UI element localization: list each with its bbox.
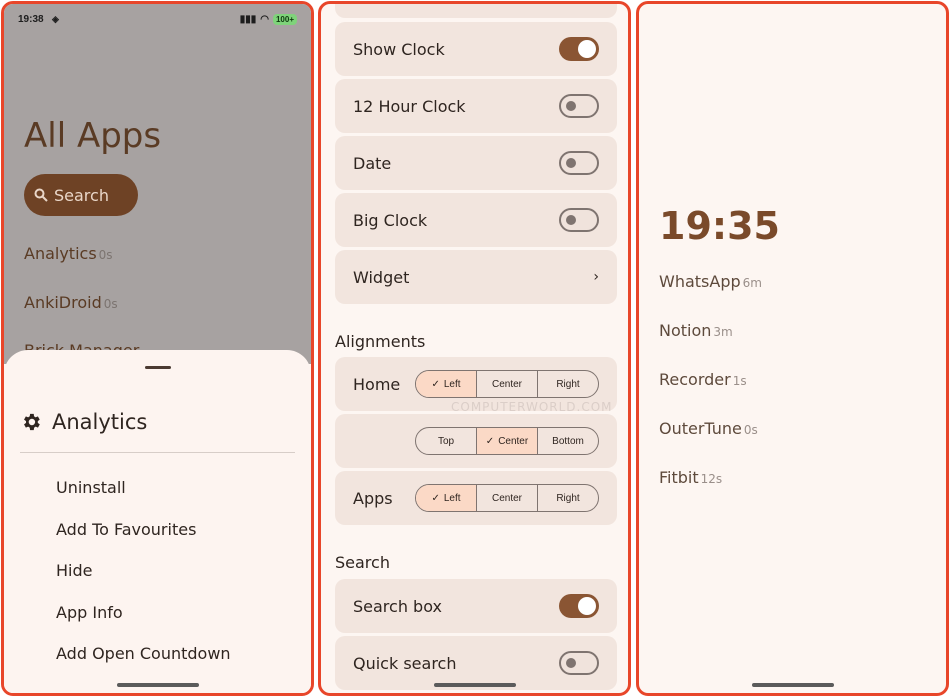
center-option[interactable]: Center: [477, 428, 538, 454]
date-row[interactable]: Date: [335, 136, 617, 190]
big-clock-toggle[interactable]: [559, 208, 599, 232]
location-icon: ◈: [52, 14, 59, 24]
home-clock[interactable]: 19:35: [659, 204, 780, 248]
status-time: 19:38: [18, 14, 44, 25]
home-alignment-segmented: Left Center Right: [415, 370, 599, 398]
app-usage: 0s: [743, 423, 758, 437]
home-screen-panel: 19:35 WhatsApp 6m Notion 3m Recorder 1s Out…: [636, 1, 949, 696]
bottom-sheet: Analytics Uninstall Add To Favourites Hi…: [4, 350, 311, 693]
app-name: Analytics: [24, 244, 97, 263]
settings-panel: Show Clock 12 Hour Clock Date Big Clock …: [318, 1, 631, 696]
settings-card-partial: [335, 4, 617, 18]
apps-right-option[interactable]: Right: [538, 485, 598, 511]
search-box-row[interactable]: Search box: [335, 579, 617, 633]
gesture-bar: [433, 683, 516, 687]
app-name: Fitbit: [659, 468, 699, 487]
gesture-bar: [751, 683, 834, 687]
apps-alignment-row: Apps Left Center Right: [335, 471, 617, 525]
app-name: Notion: [659, 321, 712, 340]
add-to-favourites-menu-item[interactable]: Add To Favourites: [56, 520, 196, 539]
12-hour-clock-row[interactable]: 12 Hour Clock: [335, 79, 617, 133]
sheet-handle[interactable]: [144, 366, 171, 369]
app-usage: 0s: [103, 297, 118, 311]
status-bar: 19:38 ◈ ▮▮▮ ◠ 100+: [18, 14, 297, 30]
app-list-item[interactable]: AnkiDroid 0s: [24, 293, 118, 312]
app-name: AnkiDroid: [24, 293, 102, 312]
app-name: OuterTune: [659, 419, 742, 438]
sheet-title-text: Analytics: [52, 410, 148, 434]
home-center-option[interactable]: Center: [477, 371, 538, 397]
apps-alignment-segmented: Left Center Right: [415, 484, 599, 512]
12-hour-clock-toggle[interactable]: [559, 94, 599, 118]
wifi-icon: ◠: [260, 14, 269, 25]
big-clock-row[interactable]: Big Clock: [335, 193, 617, 247]
bottom-option[interactable]: Bottom: [538, 428, 598, 454]
home-right-option[interactable]: Right: [538, 371, 598, 397]
search-box-toggle[interactable]: [559, 594, 599, 618]
search-header: Search: [335, 553, 390, 572]
row-label: Big Clock: [353, 210, 428, 230]
app-name: WhatsApp: [659, 272, 741, 291]
app-list-item[interactable]: Analytics 0s: [24, 244, 113, 263]
home-app-item[interactable]: Fitbit 12s: [659, 468, 722, 487]
app-usage: 3m: [713, 325, 733, 339]
watermark: COMPUTERWORLD.COM: [451, 400, 613, 414]
app-drawer-panel: 19:38 ◈ ▮▮▮ ◠ 100+ All Apps Search Analy…: [1, 1, 314, 696]
home-app-item[interactable]: WhatsApp 6m: [659, 272, 762, 291]
date-toggle[interactable]: [559, 151, 599, 175]
show-clock-toggle[interactable]: [559, 37, 599, 61]
home-app-item[interactable]: Notion 3m: [659, 321, 733, 340]
app-usage: 0s: [98, 248, 113, 262]
row-label: Quick search: [353, 653, 457, 673]
sheet-title: Analytics: [20, 410, 147, 434]
divider: [20, 452, 295, 453]
app-info-menu-item[interactable]: App Info: [56, 603, 123, 622]
page-title: All Apps: [24, 116, 162, 156]
row-label: Widget: [353, 267, 410, 287]
search-button[interactable]: Search: [24, 174, 138, 216]
quick-search-toggle[interactable]: [559, 651, 599, 675]
quick-search-row[interactable]: Quick search: [335, 636, 617, 690]
app-name: Recorder: [659, 370, 731, 389]
search-label: Search: [54, 185, 109, 205]
vertical-alignment-segmented: Top Center Bottom: [415, 427, 599, 455]
row-label: Date: [353, 153, 392, 173]
top-option[interactable]: Top: [416, 428, 477, 454]
row-label: Search box: [353, 596, 442, 616]
apps-left-option[interactable]: Left: [416, 485, 477, 511]
gear-icon: [24, 413, 40, 431]
alignments-header: Alignments: [335, 332, 426, 351]
row-label: 12 Hour Clock: [353, 96, 466, 116]
home-left-option[interactable]: Left: [416, 371, 477, 397]
app-usage: 1s: [732, 374, 747, 388]
gesture-bar: [116, 683, 199, 687]
home-app-item[interactable]: Recorder 1s: [659, 370, 747, 389]
hide-menu-item[interactable]: Hide: [56, 561, 92, 580]
show-clock-row[interactable]: Show Clock: [335, 22, 617, 76]
apps-center-option[interactable]: Center: [477, 485, 538, 511]
add-open-countdown-menu-item[interactable]: Add Open Countdown: [56, 644, 231, 663]
uninstall-menu-item[interactable]: Uninstall: [56, 478, 126, 497]
search-icon: [34, 188, 48, 202]
row-label: Show Clock: [353, 39, 445, 59]
chevron-right-icon: ›: [593, 269, 599, 285]
app-usage: 12s: [700, 472, 723, 486]
vertical-alignment-row: Top Center Bottom: [335, 414, 617, 468]
app-usage: 6m: [742, 276, 762, 290]
signal-icon: ▮▮▮: [239, 14, 257, 25]
battery-icon: 100+: [272, 14, 297, 25]
widget-row[interactable]: Widget ›: [335, 250, 617, 304]
home-app-item[interactable]: OuterTune 0s: [659, 419, 758, 438]
